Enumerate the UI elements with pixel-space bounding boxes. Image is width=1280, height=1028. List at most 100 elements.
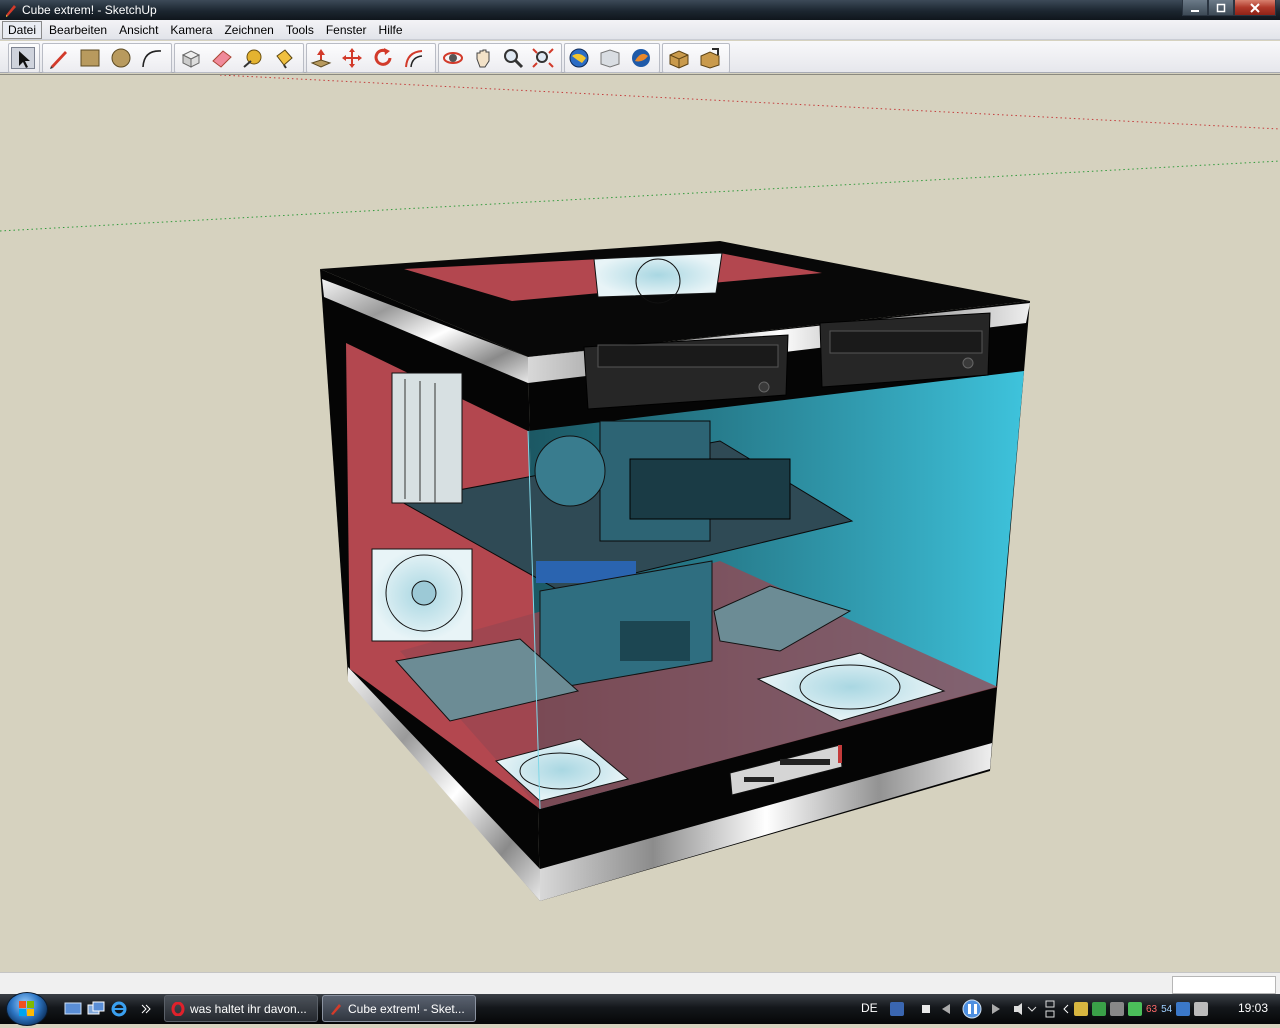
menu-bearbeiten[interactable]: Bearbeiten — [44, 22, 112, 38]
maximize-button[interactable] — [1208, 0, 1234, 16]
google-earth-tool[interactable] — [629, 47, 653, 69]
tray-expand-icon[interactable] — [1062, 1003, 1070, 1015]
orbit-icon — [443, 52, 463, 64]
tray-v-icon[interactable] — [1110, 1002, 1124, 1016]
volume-icon[interactable] — [1194, 1002, 1209, 1016]
pc-case-model[interactable] — [320, 241, 1030, 901]
title-bar: Cube extrem! - SketchUp — [0, 0, 1280, 20]
quicklaunch-switch-windows[interactable] — [87, 1001, 105, 1017]
move-tool[interactable] — [340, 47, 364, 69]
google-earth-icon — [632, 49, 650, 67]
window-title: Cube extrem! - SketchUp — [22, 3, 157, 17]
quicklaunch-desktop[interactable] — [64, 1001, 82, 1017]
menu-kamera[interactable]: Kamera — [165, 22, 217, 38]
minimize-button[interactable] — [1182, 0, 1208, 16]
language-indicator[interactable]: DE — [861, 1001, 878, 1015]
pan-icon — [476, 49, 490, 68]
taskbar-item-opera[interactable]: was haltet ihr davon... — [164, 995, 318, 1022]
tray-user-icon[interactable] — [1128, 1002, 1142, 1016]
tape-measure-icon — [243, 49, 262, 68]
main-toolbar — [0, 41, 1280, 73]
menu-bar: Datei Bearbeiten Ansicht Kamera Zeichnen… — [0, 20, 1280, 40]
move-icon — [342, 48, 362, 68]
drawing-viewport[interactable] — [0, 74, 1280, 973]
close-button[interactable] — [1234, 0, 1276, 16]
tray-temp-2: 54 — [1161, 1003, 1173, 1015]
rectangle-icon — [80, 49, 100, 67]
pan-tool[interactable] — [471, 47, 495, 69]
menu-tools[interactable]: Tools — [281, 22, 319, 38]
select-tool[interactable] — [11, 47, 35, 69]
toolbar-group-select — [8, 43, 40, 73]
make-component-tool[interactable] — [179, 47, 203, 69]
measurements-box[interactable] — [1172, 976, 1276, 994]
quicklaunch-ie[interactable] — [110, 1001, 128, 1017]
quicklaunch-more[interactable] — [140, 1001, 158, 1017]
eraser-icon — [212, 50, 232, 68]
toolbar-group-google — [564, 43, 660, 73]
expansion-slot-covers — [391, 372, 463, 504]
share-model-tool[interactable] — [598, 47, 622, 69]
zoom-extents-tool[interactable] — [531, 47, 555, 69]
model-scene[interactable] — [0, 75, 1280, 973]
circle-icon — [111, 48, 131, 68]
tray-temp-1: 63 — [1146, 1003, 1158, 1015]
close-icon — [1250, 2, 1260, 13]
push-pull-tool[interactable] — [309, 47, 333, 69]
menu-zeichnen[interactable]: Zeichnen — [219, 22, 278, 38]
pencil-icon — [50, 51, 67, 69]
rotate-icon — [374, 48, 392, 66]
rear-fan — [371, 548, 473, 642]
get-models-icon — [569, 48, 589, 68]
menu-hilfe[interactable]: Hilfe — [374, 22, 408, 38]
status-bar — [0, 972, 1280, 995]
share-component-tool[interactable] — [698, 47, 722, 69]
clock[interactable]: 19:03 — [1238, 1001, 1268, 1015]
start-button[interactable] — [6, 992, 48, 1026]
push-pull-icon — [310, 49, 332, 68]
tray-gear-icon[interactable] — [1092, 1002, 1106, 1016]
share-model-icon — [600, 49, 620, 68]
orbit-tool[interactable] — [441, 47, 465, 69]
circle-tool[interactable] — [109, 47, 133, 69]
menu-datei[interactable]: Datei — [2, 20, 43, 39]
windows-logo-icon — [19, 1001, 34, 1016]
network-icon[interactable] — [1176, 1002, 1191, 1016]
select-icon — [19, 51, 30, 68]
tape-measure-tool[interactable] — [241, 47, 265, 69]
arc-tool[interactable] — [140, 47, 164, 69]
red-axis-line — [219, 75, 1280, 130]
get-models-tool[interactable] — [567, 47, 591, 69]
toolbar-group-components — [662, 43, 730, 73]
sketchup-window: Cube extrem! - SketchUp Datei Bearbeiten… — [0, 0, 1280, 1026]
taskbar-item-label: Cube extrem! - Sket... — [348, 1001, 465, 1016]
chevron-right-icon — [141, 1004, 151, 1014]
windows-taskbar: was haltet ihr davon... Cube extrem! - S… — [0, 992, 1280, 1026]
arc-icon — [142, 50, 162, 68]
rectangle-tool[interactable] — [78, 47, 102, 69]
offset-icon — [405, 50, 423, 68]
offset-tool[interactable] — [402, 47, 426, 69]
menu-ansicht[interactable]: Ansicht — [114, 22, 163, 38]
paint-bucket-icon — [276, 49, 293, 69]
taskbar-item-label: was haltet ihr davon... — [190, 1001, 307, 1016]
tray-app-icon[interactable] — [1074, 1002, 1088, 1016]
component-tool[interactable] — [667, 47, 691, 69]
taskbar-item-sketchup[interactable]: Cube extrem! - Sket... — [322, 995, 476, 1022]
opera-icon — [171, 1001, 185, 1016]
toolbar-group-modify — [306, 43, 436, 73]
eraser-tool[interactable] — [210, 47, 234, 69]
optical-drive-2[interactable] — [819, 312, 991, 388]
menu-fenster[interactable]: Fenster — [321, 22, 372, 38]
component-icon — [669, 50, 689, 69]
media-player-controls[interactable] — [888, 999, 1058, 1019]
zoom-tool[interactable] — [501, 47, 525, 69]
zoom-extents-icon — [532, 48, 554, 68]
pencil-tool[interactable] — [47, 47, 71, 69]
rotate-tool[interactable] — [371, 47, 395, 69]
paint-bucket-tool[interactable] — [272, 47, 296, 69]
system-tray: 63 54 — [1062, 999, 1209, 1019]
switch-windows-icon — [87, 1001, 105, 1015]
toolbar-group-edit — [174, 43, 304, 73]
make-component-icon — [181, 50, 201, 68]
